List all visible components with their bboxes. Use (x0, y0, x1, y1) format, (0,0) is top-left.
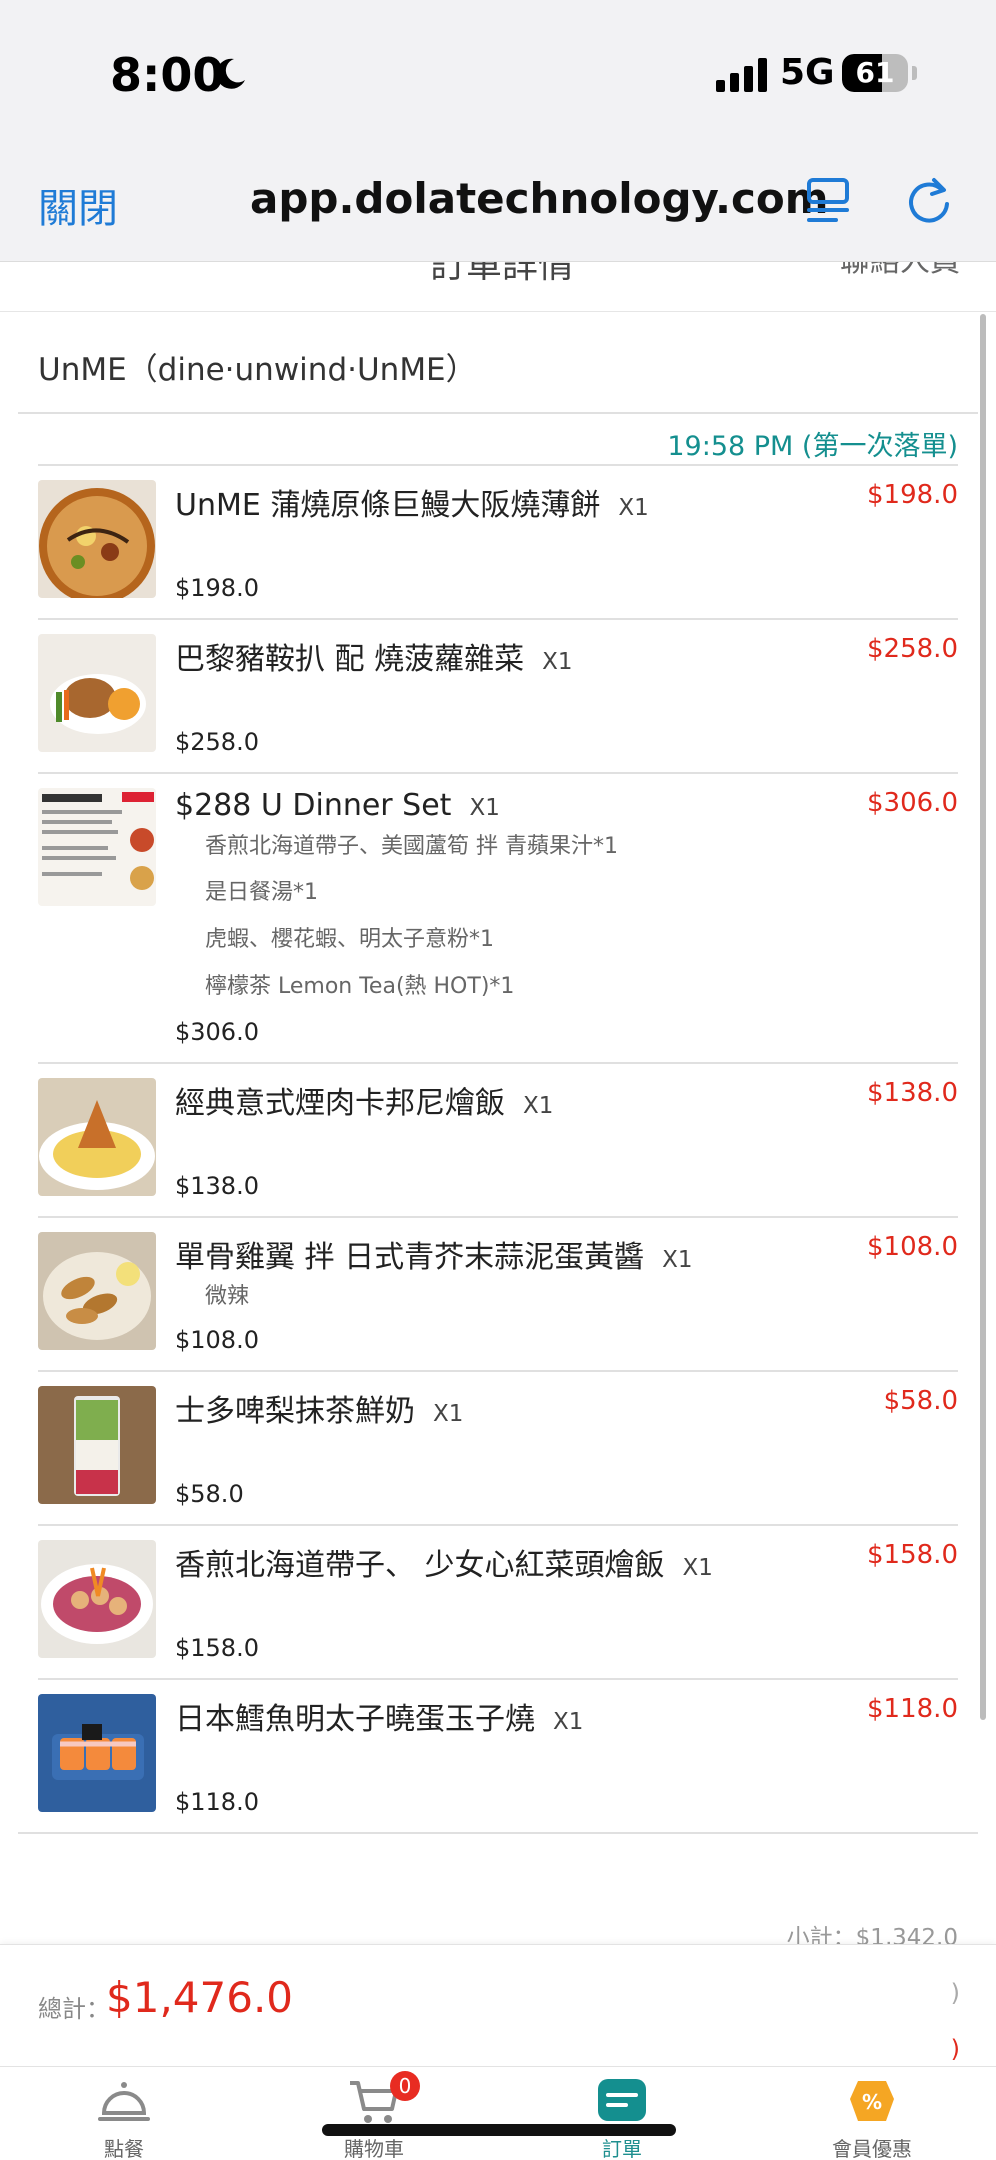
item-price: $118.0 (867, 1694, 958, 1724)
item-option: 檸檬茶 Lemon Tea(熱 HOT)*1 (205, 974, 515, 999)
nav-member-offers[interactable]: % 會員優惠 (792, 2067, 952, 2160)
item-quantity: X1 (662, 1247, 693, 1273)
nav-label: 購物車 (344, 2137, 404, 2160)
contact-staff-link[interactable]: 聯絡人員 (840, 262, 960, 280)
mentaiko-tamagoyaki-photo (38, 1694, 156, 1812)
item-name: 經典意式煙肉卡邦尼燴飯 X1 (175, 1086, 554, 1121)
item-quantity: X1 (618, 495, 649, 521)
moon-icon (216, 58, 245, 89)
page-title: 訂單詳情 (430, 262, 575, 286)
item-subtotal: $198.0 (175, 574, 259, 602)
item-name: UnME 蒲燒原條巨鰻大阪燒薄餅 X1 (175, 488, 649, 523)
divider (18, 412, 978, 414)
item-subtotal: $108.0 (175, 1326, 259, 1354)
nav-cart[interactable]: 0 購物車 (294, 2067, 454, 2160)
total-bar: 總計： $1,476.0 ) ) (0, 1944, 996, 2066)
nav-ordering[interactable]: 點餐 (44, 2067, 204, 2160)
pork-chop-photo (38, 634, 156, 752)
nav-label: 會員優惠 (832, 2137, 912, 2160)
restaurant-name: UnME（dine·unwind·UnME） (38, 352, 477, 388)
item-option: 是日餐湯*1 (205, 880, 318, 905)
list-menu-icon[interactable] (806, 176, 850, 224)
total-amount: $1,476.0 (106, 1973, 294, 2022)
order-item: 經典意式煙肉卡邦尼燴飯 X1 $138.0 $138.0 (38, 1064, 958, 1218)
item-quantity: X1 (542, 649, 573, 675)
edge-mark: ) (950, 2035, 960, 2063)
order-item: 日本鱈魚明太子曉蛋玉子燒 X1 $118.0 $118.0 (38, 1680, 958, 1834)
item-subtotal: $58.0 (175, 1480, 244, 1508)
matcha-milk-photo (38, 1386, 156, 1504)
edge-mark: ) (950, 1979, 960, 2007)
item-quantity: X1 (433, 1401, 464, 1427)
item-subtotal: $158.0 (175, 1634, 259, 1662)
status-bar: 8:00 5G 61 (0, 0, 996, 140)
item-subtotal: $138.0 (175, 1172, 259, 1200)
order-icon (598, 2079, 646, 2121)
battery-tip (912, 66, 917, 80)
item-quantity: X1 (682, 1555, 713, 1581)
item-name: $288 U Dinner Set X1 (175, 788, 500, 823)
browser-toolbar: 關閉 app.dolatechnology.com (0, 140, 996, 262)
signal-icon (716, 58, 767, 92)
url-text: app.dolatechnology.com (250, 174, 829, 223)
order-item: 士多啤梨抹茶鮮奶 X1 $58.0 $58.0 (38, 1372, 958, 1526)
service-bell-icon (98, 2082, 150, 2121)
home-indicator (322, 2124, 676, 2136)
discount-tag-icon: % (850, 2081, 894, 2121)
beetroot-risotto-photo (38, 1540, 156, 1658)
nav-label: 點餐 (104, 2137, 144, 2160)
nav-orders[interactable]: 訂單 (542, 2067, 702, 2160)
chicken-wings-photo (38, 1232, 156, 1350)
order-item: 香煎北海道帶子、 少女心紅菜頭燴飯 X1 $158.0 $158.0 (38, 1526, 958, 1680)
okonomiyaki-pizza-photo (38, 480, 156, 598)
item-name: 巴黎豬鞍扒 配 燒菠蘿雜菜 X1 (175, 642, 573, 677)
status-time: 8:00 (110, 48, 225, 102)
battery-percentage: 61 (855, 56, 895, 89)
order-batch-header: 19:58 PM (第一次落單) (667, 431, 958, 462)
menu-card-photo (38, 788, 156, 906)
item-price: $158.0 (867, 1540, 958, 1570)
item-subtotal: $118.0 (175, 1788, 259, 1816)
network-type: 5G (780, 52, 835, 93)
item-option: 虎蝦、櫻花蝦、明太子意粉*1 (205, 927, 494, 952)
order-item: 單骨雞翼 拌 日式青芥末蒜泥蛋黃醬 X1 $108.0 微辣 $108.0 (38, 1218, 958, 1372)
item-name: 士多啤梨抹茶鮮奶 X1 (175, 1394, 464, 1429)
item-price: $58.0 (883, 1386, 958, 1416)
divider (18, 1832, 978, 1834)
item-price: $258.0 (867, 634, 958, 664)
item-name: 日本鱈魚明太子曉蛋玉子燒 X1 (175, 1702, 584, 1737)
item-subtotal: $258.0 (175, 728, 259, 756)
svg-text:%: % (862, 2090, 882, 2114)
total-label: 總計： (38, 1995, 110, 2023)
item-quantity: X1 (553, 1709, 584, 1735)
carbonara-risotto-photo (38, 1078, 156, 1196)
bottom-navigation: 點餐 0 購物車 訂單 % 會員優惠 (0, 2066, 996, 2160)
refresh-icon[interactable] (904, 174, 954, 226)
item-price: $198.0 (867, 480, 958, 510)
item-name: 單骨雞翼 拌 日式青芥末蒜泥蛋黃醬 X1 (175, 1240, 693, 1275)
order-item: UnME 蒲燒原條巨鰻大阪燒薄餅 X1 $198.0 $198.0 (38, 466, 958, 620)
item-quantity: X1 (523, 1093, 554, 1119)
nav-label: 訂單 (602, 2137, 642, 2160)
scrollbar[interactable] (980, 314, 986, 1720)
item-option: 香煎北海道帶子、美國蘆筍 拌 青蘋果汁*1 (205, 834, 618, 859)
order-item: 巴黎豬鞍扒 配 燒菠蘿雜菜 X1 $258.0 $258.0 (38, 620, 958, 774)
item-price: $108.0 (867, 1232, 958, 1262)
page-header: 訂單詳情 聯絡人員 (0, 262, 996, 312)
cart-badge: 0 (390, 2071, 420, 2101)
item-price: $138.0 (867, 1078, 958, 1108)
item-name: 香煎北海道帶子、 少女心紅菜頭燴飯 X1 (175, 1548, 713, 1583)
battery-icon: 61 (842, 54, 908, 92)
item-option: 微辣 (205, 1284, 250, 1309)
order-item: $288 U Dinner Set X1 $306.0 香煎北海道帶子、美國蘆筍 … (38, 774, 958, 1064)
item-subtotal: $306.0 (175, 1018, 259, 1046)
item-price: $306.0 (867, 788, 958, 818)
item-quantity: X1 (469, 795, 500, 821)
close-button[interactable]: 關閉 (38, 176, 118, 234)
